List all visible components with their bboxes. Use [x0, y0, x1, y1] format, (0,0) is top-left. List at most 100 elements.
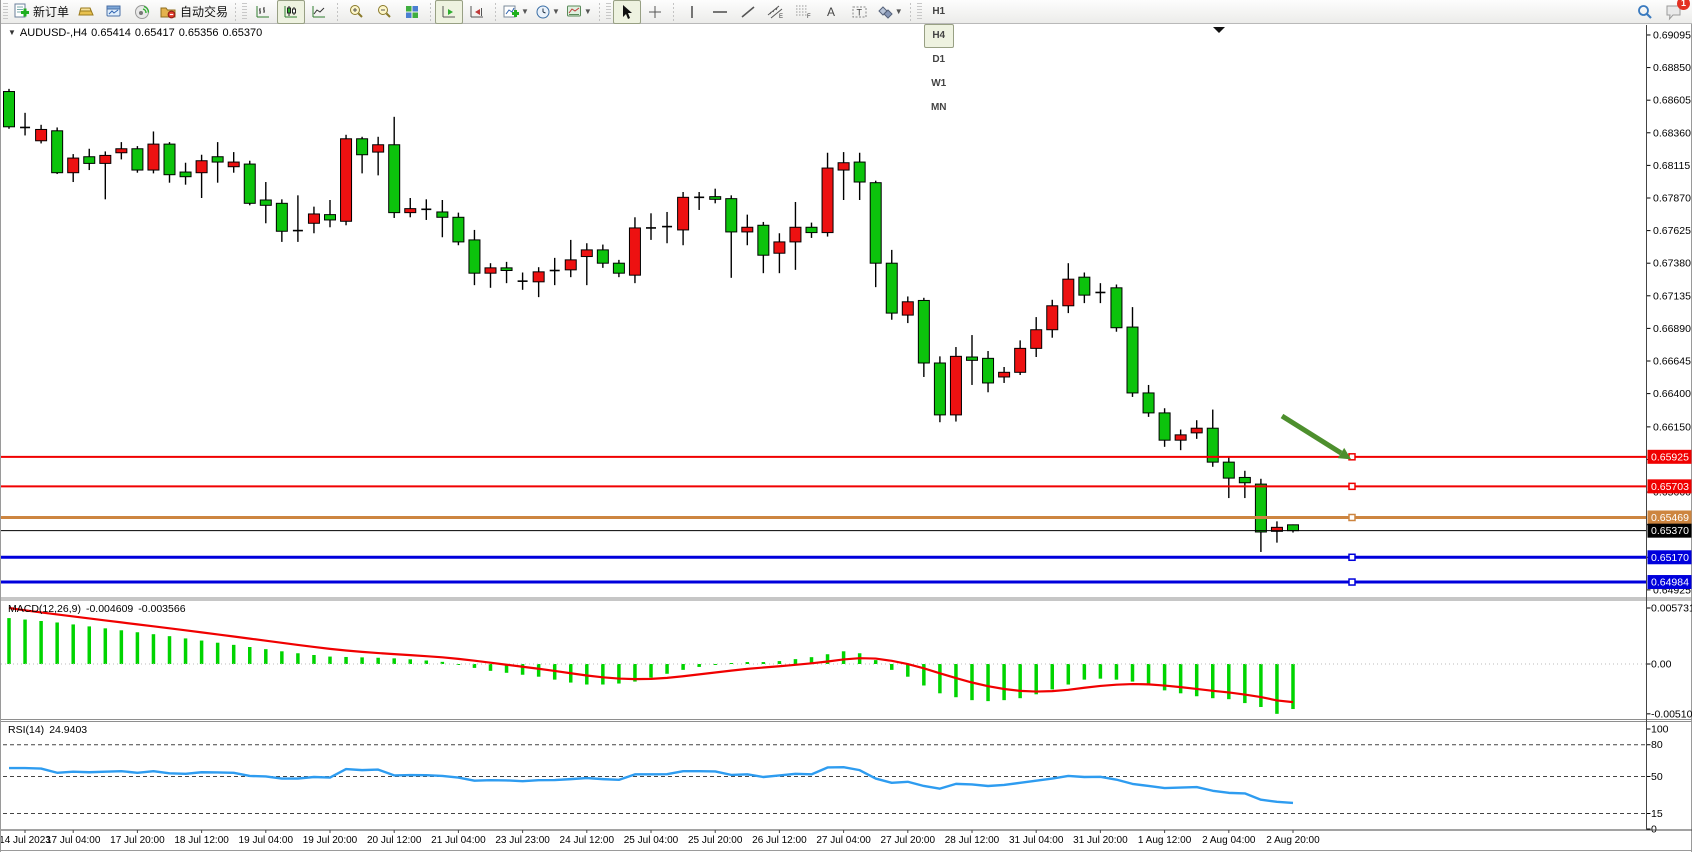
bar-chart-type-button[interactable]	[249, 0, 277, 24]
crosshair-tool-button[interactable]	[641, 0, 669, 24]
candle[interactable]	[790, 202, 801, 270]
candle[interactable]	[934, 356, 945, 422]
templates-button[interactable]: ▼	[563, 0, 595, 24]
candle[interactable]	[886, 250, 897, 320]
candle[interactable]	[325, 200, 336, 227]
candle[interactable]	[918, 298, 929, 377]
trendline-tool-button[interactable]	[734, 0, 762, 24]
search-button[interactable]	[1631, 0, 1659, 24]
candle[interactable]	[1191, 420, 1202, 439]
zoom-out-button[interactable]	[370, 0, 398, 24]
timeframe-mn-button[interactable]: MN	[924, 96, 954, 120]
candle[interactable]	[774, 233, 785, 273]
trend-arrow-annotation[interactable]	[1282, 416, 1351, 459]
candle[interactable]	[1047, 300, 1058, 338]
candle[interactable]	[1111, 284, 1122, 331]
candle[interactable]	[533, 267, 544, 297]
candle[interactable]	[212, 142, 223, 183]
candle[interactable]	[164, 142, 175, 183]
candle[interactable]	[854, 153, 865, 200]
candle[interactable]	[52, 127, 63, 174]
candle[interactable]	[1223, 457, 1234, 498]
candle[interactable]	[373, 137, 384, 176]
tile-windows-button[interactable]	[398, 0, 426, 24]
candle[interactable]	[84, 149, 95, 170]
candle[interactable]	[469, 230, 480, 285]
candle[interactable]	[1015, 340, 1026, 375]
candle[interactable]	[20, 113, 30, 136]
candle[interactable]	[100, 151, 111, 199]
candle[interactable]	[870, 181, 881, 287]
candle[interactable]	[1288, 524, 1299, 532]
indicators-button[interactable]: ▼	[500, 0, 532, 24]
candle[interactable]	[1031, 317, 1042, 357]
candle[interactable]	[742, 215, 753, 246]
candle[interactable]	[806, 223, 817, 238]
zoom-in-button[interactable]	[342, 0, 370, 24]
candle[interactable]	[1239, 471, 1250, 498]
candle[interactable]	[694, 192, 704, 210]
candle[interactable]	[36, 125, 47, 144]
timeframe-h4-button[interactable]: H4	[924, 24, 954, 48]
chart-shift-marker[interactable]	[1213, 27, 1225, 33]
candle[interactable]	[485, 263, 496, 288]
candle[interactable]	[293, 195, 303, 242]
line-chart-type-button[interactable]	[305, 0, 333, 24]
candle[interactable]	[260, 182, 271, 223]
cursor-tool-button[interactable]	[613, 0, 641, 24]
candle[interactable]	[613, 260, 624, 277]
chart-shift-button[interactable]	[463, 0, 491, 24]
candle[interactable]	[1143, 385, 1154, 417]
candle[interactable]	[518, 273, 528, 290]
candle[interactable]	[389, 117, 400, 218]
candle[interactable]	[967, 335, 978, 385]
text-tool-button[interactable]: A	[818, 0, 846, 24]
candle[interactable]	[838, 152, 849, 200]
line-handle[interactable]	[1349, 554, 1355, 560]
candle[interactable]	[196, 155, 207, 198]
candle[interactable]	[180, 163, 191, 185]
timeframe-w1-button[interactable]: W1	[924, 72, 954, 96]
timeframe-d1-button[interactable]: D1	[924, 48, 954, 72]
candle[interactable]	[68, 154, 79, 182]
candle[interactable]	[244, 161, 255, 206]
candle[interactable]	[822, 153, 833, 237]
candle[interactable]	[1255, 479, 1266, 552]
notifications-button[interactable]: 1	[1659, 0, 1687, 24]
candle[interactable]	[228, 152, 239, 173]
candle[interactable]	[341, 135, 352, 225]
shapes-tool-button[interactable]: ▼	[874, 0, 906, 24]
timeframe-h1-button[interactable]: H1	[924, 0, 954, 24]
new-order-button[interactable]: 新订单	[10, 0, 72, 24]
candle[interactable]	[1159, 408, 1170, 447]
candle[interactable]	[726, 195, 737, 278]
candle[interactable]	[1127, 307, 1138, 397]
candle[interactable]	[421, 199, 431, 220]
candle[interactable]	[1175, 430, 1186, 451]
candle[interactable]	[597, 245, 608, 268]
candle[interactable]	[758, 222, 769, 273]
candle[interactable]	[1207, 410, 1218, 467]
candle[interactable]	[629, 217, 640, 283]
styler-button[interactable]	[72, 0, 100, 24]
candle[interactable]	[1063, 263, 1074, 313]
candle[interactable]	[565, 240, 576, 277]
candle[interactable]	[116, 142, 127, 159]
chart-canvas[interactable]: 0.690950.688500.686050.683600.681150.678…	[1, 24, 1692, 852]
candle[interactable]	[950, 347, 961, 422]
candle[interactable]	[357, 137, 368, 174]
fibonacci-tool-button[interactable]: F	[790, 0, 818, 24]
candle[interactable]	[405, 198, 416, 217]
candle[interactable]	[437, 200, 448, 237]
candle[interactable]	[983, 351, 994, 392]
line-handle[interactable]	[1349, 514, 1355, 520]
candle[interactable]	[662, 212, 672, 243]
market-watch-button[interactable]	[100, 0, 128, 24]
horizontal-line-tool-button[interactable]	[706, 0, 734, 24]
candle[interactable]	[581, 243, 592, 285]
candle[interactable]	[276, 199, 287, 242]
candle[interactable]	[550, 258, 560, 285]
text-label-tool-button[interactable]: T	[846, 0, 874, 24]
candle[interactable]	[678, 192, 689, 245]
candle[interactable]	[999, 367, 1010, 383]
